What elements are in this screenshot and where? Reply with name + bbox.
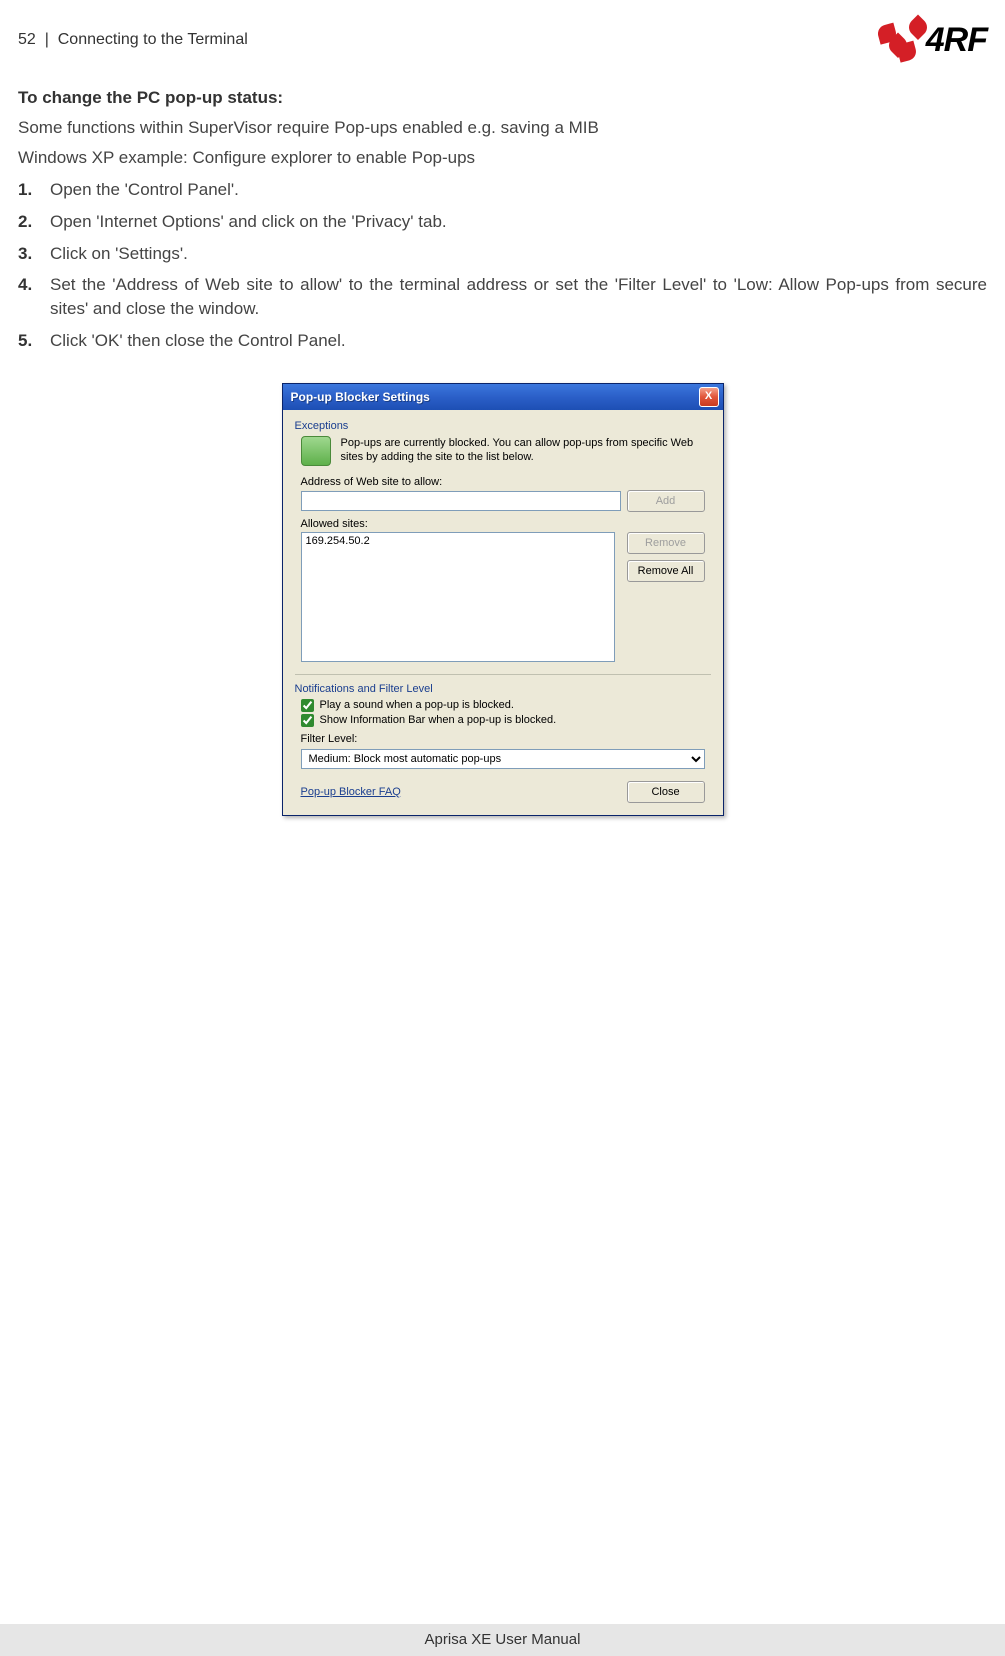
header-left: 52 | Connecting to the Terminal [18,31,248,49]
header-section: Connecting to the Terminal [58,31,248,48]
allowed-sites-list[interactable]: 169.254.50.2 [301,532,615,662]
address-input[interactable] [301,491,621,511]
close-button[interactable]: Close [627,781,705,803]
filter-level-label: Filter Level: [301,733,711,745]
play-sound-row[interactable]: Play a sound when a pop-up is blocked. [295,699,711,712]
section-title: To change the PC pop-up status: [18,88,987,108]
allow-icon [301,436,331,466]
allowed-site-item[interactable]: 169.254.50.2 [306,535,610,547]
step-item: Open the 'Control Panel'. [18,178,987,202]
steps-list: Open the 'Control Panel'. Open 'Internet… [18,178,987,353]
step-item: Click on 'Settings'. [18,242,987,266]
show-infobar-label: Show Information Bar when a pop-up is bl… [320,714,557,726]
filter-level-select[interactable]: Medium: Block most automatic pop-ups [301,749,705,769]
play-sound-checkbox[interactable] [301,699,314,712]
play-sound-label: Play a sound when a pop-up is blocked. [320,699,514,711]
add-button[interactable]: Add [627,490,705,512]
notifications-group-label: Notifications and Filter Level [295,683,711,695]
step-item: Set the 'Address of Web site to allow' t… [18,273,987,321]
step-item: Open 'Internet Options' and click on the… [18,210,987,234]
dialog-title: Pop-up Blocker Settings [291,390,430,404]
close-icon[interactable]: X [699,387,719,407]
exceptions-description: Pop-ups are currently blocked. You can a… [341,436,711,465]
page-header: 52 | Connecting to the Terminal 4RF [18,20,987,60]
header-separator: | [45,31,49,48]
logo-icon [878,20,922,60]
exceptions-group-label: Exceptions [295,420,711,432]
allowed-sites-label: Allowed sites: [301,518,711,530]
faq-link[interactable]: Pop-up Blocker FAQ [301,786,401,798]
page-number: 52 [18,31,36,48]
page-footer: Aprisa XE User Manual [0,1624,1005,1656]
remove-all-button[interactable]: Remove All [627,560,705,582]
show-infobar-row[interactable]: Show Information Bar when a pop-up is bl… [295,714,711,727]
logo-text: 4RF [926,21,987,60]
separator [295,674,711,675]
step-item: Click 'OK' then close the Control Panel. [18,329,987,353]
dialog-titlebar[interactable]: Pop-up Blocker Settings X [283,384,723,410]
intro-text-1: Some functions within SuperVisor require… [18,118,987,138]
popup-blocker-dialog: Pop-up Blocker Settings X Exceptions Pop… [282,383,724,816]
show-infobar-checkbox[interactable] [301,714,314,727]
brand-logo: 4RF [878,20,987,60]
footer-text: Aprisa XE User Manual [425,1631,581,1648]
intro-text-2: Windows XP example: Configure explorer t… [18,148,987,168]
remove-button[interactable]: Remove [627,532,705,554]
address-field-label: Address of Web site to allow: [301,476,711,488]
